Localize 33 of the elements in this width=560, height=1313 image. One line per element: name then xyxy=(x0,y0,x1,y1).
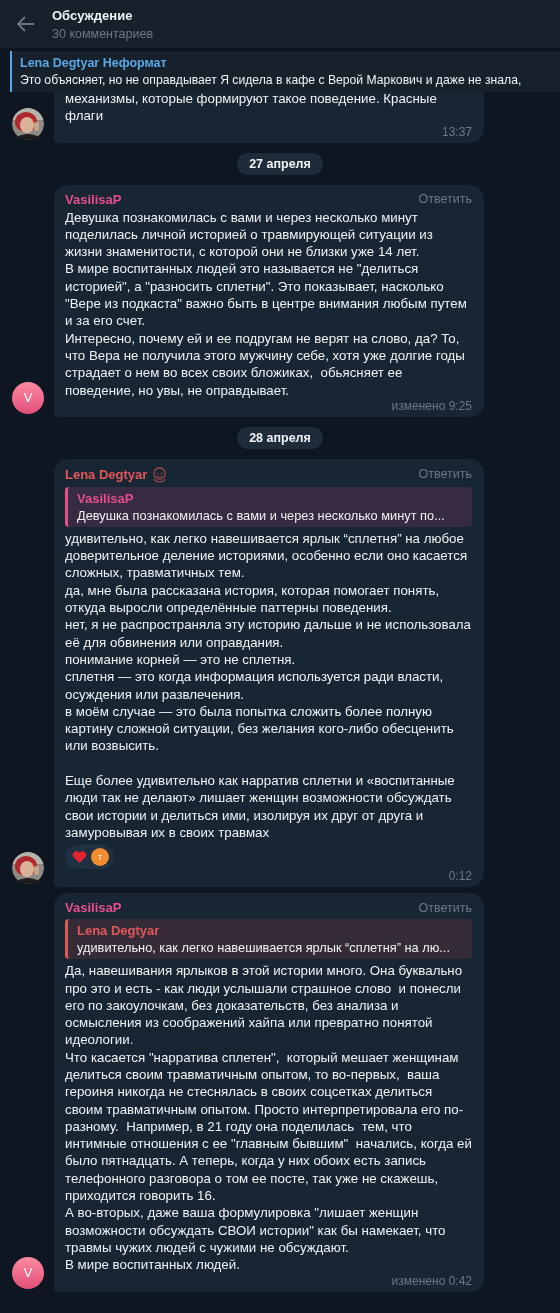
quoted-author: Lena Degtyar xyxy=(77,923,161,939)
reply-link[interactable]: Ответить xyxy=(418,192,472,207)
back-arrow-icon[interactable] xyxy=(17,16,35,32)
message-time: изменено 9:25 xyxy=(391,398,472,413)
message-time: изменено 0:42 xyxy=(391,1273,472,1288)
reaction-chip[interactable]: т xyxy=(65,845,114,870)
quoted-message[interactable]: Lena Degtyar удивительно, как легко навешивается ярлык “сплетня” на лю... xyxy=(65,919,472,960)
quoted-author: VasilisaP xyxy=(77,490,135,506)
reply-link[interactable]: Ответить xyxy=(418,467,472,482)
chat-title: Обсуждение xyxy=(52,7,134,23)
pinned-message[interactable]: Lena Degtyar Неформат Это объясняет, но не оправдывает Я сидела в кафе с Верой Маркович и даже не знала, xyxy=(10,51,560,92)
message-text: механизмы, которые формируют такое поведение. Красные флаги xyxy=(65,90,438,125)
message-text: Девушка познакомилась с вами и через несколько минут поделилась личной историей о травмирующей ситуации из жизни знаменитости, с которой они не близки уже 14 лет. В мире воспитанных людей это называется не "делиться историей", а "разносить сплетни". Это показывает, насколько "Вере из подкаста" важно быть в центре внимания любым путем и за его счет. Интересно, почему ей и ее подругам не верят на слово, да? То, что Вера не получила этого мужчину себе, хотя уже долгие годы страдает о нем во всех своих бложиках, обьясняет ее поведение, но увы, не оправдывает. xyxy=(65,208,468,399)
message-text: удивительно, как легко навешивается ярлык “сплетня” на любое доверительное деление историями, особенно если оно касается сложных, травматичных тем. да, мне была рассказана история, которая помогает понять, откуда выросли определённые паттерны поведения. нет, я не распространяла эту историю дальше и не использовала её для обвинения или оправдания. понимание корней — это не сплетня. сплетня — это когда информация используется ради власти, осуждения или развлечения. в моём случае — это была попытка сложить более полную картину сложной ситуации, без желания кого-либо обесценить или возвысить. Еще более удивительно как нарратив сплетни и «воспитанные люди так не делают» лишает женщин возможности обсуждать свои истории и делиться ими, изолируя их друг от друга и замуровывая их в своих травмах xyxy=(65,529,472,842)
reactor-avatar: т xyxy=(91,848,109,867)
message-text: Да, навешивания ярлыков в этой истории много. Она буквально про это и есть - как люди услышали страшное слово и понесли его по закоулочкам, без доказательств, без анализа и осмысления из соображений хайпа или превратно понятой идеологии. Что касается "нарратива сплетен", который мешает женщинам делиться своим травматичным опытом, то во-первых, ваша героиня никогда не стеснялась в своих соцсетках делиться своим травматичным опытом. Просто интерпретировала его по-разному. Например, в 21 году она поделилась тем, что интимные отношения с ее "главным бывшим" начались, когда ей было пятнадцать. А теперь, когда у них обоих есть запись телефонного разговора о том ее посте, так уже не скажешь, приходится говорить 16. А во-вторых, даже ваша формулировка "лишает женщин возможности обсуждать СВОИ истории" как бы намекает, что травмы чужих людей с чужими не обсуждают. В мире воспитанных людей. xyxy=(65,962,472,1274)
pinned-text: Это объясняет, но не оправдывает Я сидела в кафе с Верой Маркович и даже не знала, xyxy=(20,73,523,87)
date-separator: 27 апреля xyxy=(237,152,323,175)
user-avatar[interactable]: V xyxy=(12,1256,44,1289)
quoted-text: удивительно, как легко навешивается ярлык “сплетня” на лю... xyxy=(77,940,451,956)
quoted-text: Девушка познакомилась с вами и через несколько минут по... xyxy=(77,507,446,523)
pinned-title: Lena Degtyar Неформат xyxy=(20,56,168,70)
message-time: 0:12 xyxy=(448,869,472,884)
reply-link[interactable]: Ответить xyxy=(418,900,472,915)
author-name[interactable]: Lena Degtyar xyxy=(65,466,148,482)
heart-icon xyxy=(72,850,87,864)
author-name[interactable]: VasilisaP xyxy=(65,900,122,916)
comment-count: 30 комментариев xyxy=(52,26,154,41)
message-time: 13:37 xyxy=(441,124,472,139)
date-separator: 28 апреля xyxy=(237,426,323,449)
user-avatar[interactable]: V xyxy=(12,381,44,414)
quoted-message[interactable]: VasilisaP Девушка познакомилась с вами и через несколько минут по... xyxy=(65,486,472,527)
author-name[interactable]: VasilisaP xyxy=(65,191,122,207)
